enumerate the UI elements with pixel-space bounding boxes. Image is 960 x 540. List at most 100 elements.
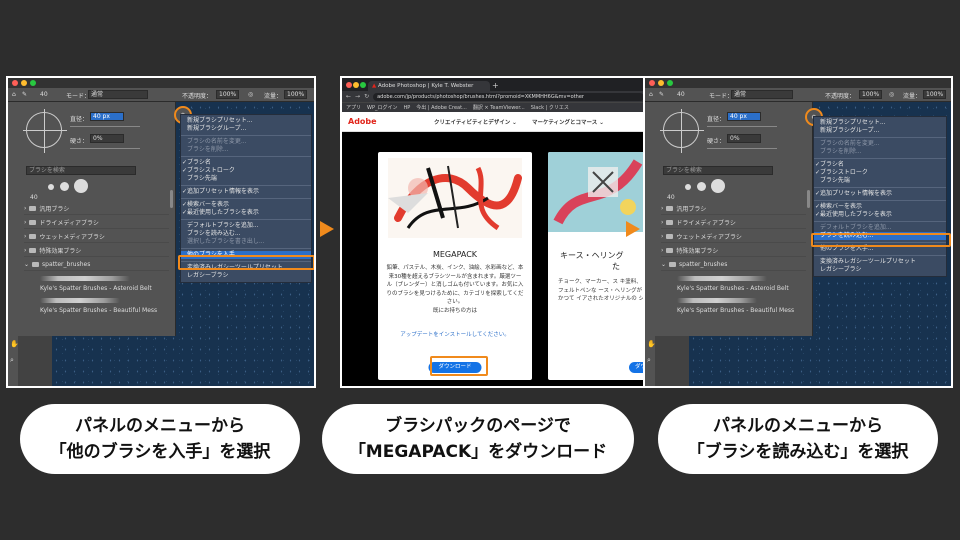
zoom-tool-icon[interactable]: ⌕ (647, 356, 651, 365)
recent-brush-swatch[interactable] (685, 184, 691, 190)
close-window-icon[interactable] (346, 82, 352, 88)
brush-angle-widget[interactable] (23, 109, 67, 153)
close-window-icon[interactable] (649, 80, 655, 86)
menu-item[interactable]: 最近使用したブラシを表示 (814, 211, 946, 219)
menu-item[interactable]: ブラシ名 (814, 161, 946, 169)
minimize-window-icon[interactable] (658, 80, 664, 86)
bookmark-item[interactable]: 今出 | Adobe Creat... (416, 104, 467, 111)
recent-brush-swatch[interactable] (697, 182, 706, 191)
url-input[interactable]: adobe.com/jp/products/photoshop/brushes.… (373, 92, 644, 101)
brush-folder-row[interactable]: › ドライメディアブラシ (24, 216, 169, 229)
bookmark-item[interactable]: Slack | クリエス (531, 104, 569, 111)
install-update-link[interactable]: アップデートをインストールしてください。 (378, 330, 532, 338)
brush-folder-row[interactable]: ⌄ spatter_brushes (661, 258, 806, 271)
brush-stroke-preview[interactable] (40, 276, 130, 281)
brush-tool-icon[interactable]: ✎ (22, 91, 27, 98)
brush-tool-icon[interactable]: ✎ (659, 91, 664, 98)
menu-item[interactable]: 変換済みレガシーツールプリセット (814, 258, 946, 266)
bookmark-item[interactable]: 翻訳 × TeamViewer... (473, 104, 525, 111)
menu-item[interactable]: ブラシ先端 (814, 177, 946, 185)
opacity-field[interactable]: 100% (216, 90, 240, 99)
menu-item[interactable]: 新規ブラシプリセット... (181, 117, 311, 125)
brush-size-readout[interactable]: 40 (40, 91, 48, 98)
hardness-slider[interactable] (70, 148, 140, 149)
brush-folder-row[interactable]: › 特殊効果ブラシ (661, 244, 806, 257)
size-field[interactable]: 40 px (90, 112, 124, 121)
brush-name[interactable]: Kyle's Spatter Brushes - Beautiful Mess (677, 307, 794, 314)
recent-brush-swatch[interactable] (60, 182, 69, 191)
mode-select[interactable]: 通常 (88, 90, 148, 99)
brush-folder-row[interactable]: › 特殊効果ブラシ (24, 244, 169, 257)
hardness-slider[interactable] (707, 148, 777, 149)
menu-item[interactable]: 最近使用したブラシを表示 (181, 209, 311, 217)
menu-item[interactable]: レガシーブラシ (814, 266, 946, 274)
recent-brush-swatch[interactable] (74, 179, 88, 193)
minimize-window-icon[interactable] (21, 80, 27, 86)
mode-select[interactable]: 通常 (731, 90, 793, 99)
zoom-window-icon[interactable] (667, 80, 673, 86)
bookmark-item[interactable]: アプリ (346, 104, 361, 111)
bookmark-item[interactable]: HP (403, 105, 410, 111)
brush-folder-row[interactable]: › ウェットメディアブラシ (661, 230, 806, 243)
brush-folder-row[interactable]: › ドライメディアブラシ (661, 216, 806, 229)
brush-size-readout[interactable]: 40 (677, 91, 685, 98)
opacity-field[interactable]: 100% (859, 90, 883, 99)
size-slider[interactable] (70, 126, 140, 127)
nav-marketing[interactable]: マーケティングとコマース ⌄ (532, 118, 604, 126)
nav-creativity[interactable]: クリエイティビティとデザイン ⌄ (434, 118, 517, 126)
brush-folder-row[interactable]: › 汎用ブラシ (24, 202, 169, 215)
home-icon[interactable]: ⌂ (649, 91, 653, 98)
menu-item[interactable]: ブラシストローク (814, 169, 946, 177)
pressure-icon[interactable]: ◎ (889, 91, 894, 98)
brush-folder-row[interactable]: ⌄ spatter_brushes (24, 258, 169, 271)
menu-item[interactable]: ブラシを読み込む... (181, 230, 311, 238)
brush-search-input[interactable]: ブラシを検索 (26, 166, 136, 175)
adobe-logo[interactable]: Adobe (348, 117, 377, 126)
menu-item[interactable]: レガシーブラシ (181, 272, 311, 280)
hardness-field[interactable]: 0% (90, 134, 124, 143)
brush-folder-row[interactable]: › 汎用ブラシ (661, 202, 806, 215)
bookmark-item[interactable]: WP_ログイン (367, 104, 397, 111)
brush-folder-row[interactable]: › ウェットメディアブラシ (24, 230, 169, 243)
brush-name[interactable]: Kyle's Spatter Brushes - Asteroid Belt (677, 285, 789, 292)
new-tab-button[interactable]: + (492, 81, 499, 91)
brush-stroke-preview[interactable] (677, 276, 767, 281)
brush-stroke-preview[interactable] (677, 298, 757, 303)
zoom-window-icon[interactable] (30, 80, 36, 86)
zoom-window-icon[interactable] (360, 82, 366, 88)
menu-item[interactable]: ブラシ名 (181, 159, 311, 167)
brush-angle-widget[interactable] (660, 109, 704, 153)
size-slider[interactable] (707, 126, 777, 127)
brush-stroke-preview[interactable] (40, 298, 120, 303)
home-icon[interactable]: ⌂ (12, 91, 16, 98)
back-icon[interactable]: ← (346, 93, 351, 100)
brush-name[interactable]: Kyle's Spatter Brushes - Beautiful Mess (40, 307, 157, 314)
forward-icon[interactable]: → (355, 93, 360, 100)
panel-scrollbar[interactable] (807, 190, 810, 208)
brush-search-input[interactable]: ブラシを検索 (663, 166, 773, 175)
browser-tab[interactable]: ▲ Adobe Photoshop | Kyle T. Webster (368, 81, 490, 91)
recent-brush-swatch[interactable] (711, 179, 725, 193)
hardness-field[interactable]: 0% (727, 134, 761, 143)
menu-item[interactable]: 新規ブラシプリセット... (814, 119, 946, 127)
pressure-icon[interactable]: ◎ (248, 91, 253, 98)
recent-brush-swatch[interactable] (48, 184, 54, 190)
minimize-window-icon[interactable] (353, 82, 359, 88)
menu-item[interactable]: デフォルトブラシを追加... (181, 222, 311, 230)
brush-name[interactable]: Kyle's Spatter Brushes - Asteroid Belt (40, 285, 152, 292)
hand-tool-icon[interactable]: ✋ (10, 340, 19, 348)
flow-field[interactable]: 100% (284, 90, 308, 99)
menu-item[interactable]: 追加プリセット情報を表示 (181, 188, 311, 196)
menu-item[interactable]: ブラシストローク (181, 167, 311, 175)
panel-scrollbar[interactable] (170, 190, 173, 208)
zoom-tool-icon[interactable]: ⌕ (10, 356, 14, 365)
menu-item[interactable]: ブラシ先端 (181, 175, 311, 183)
flow-field[interactable]: 100% (923, 90, 947, 99)
hand-tool-icon[interactable]: ✋ (647, 340, 656, 348)
close-window-icon[interactable] (12, 80, 18, 86)
menu-item[interactable]: 検索バーを表示 (814, 203, 946, 211)
menu-item[interactable]: 新規ブラシグループ... (814, 127, 946, 135)
menu-item[interactable]: 検索バーを表示 (181, 201, 311, 209)
size-field[interactable]: 40 px (727, 112, 761, 121)
menu-item[interactable]: 追加プリセット情報を表示 (814, 190, 946, 198)
